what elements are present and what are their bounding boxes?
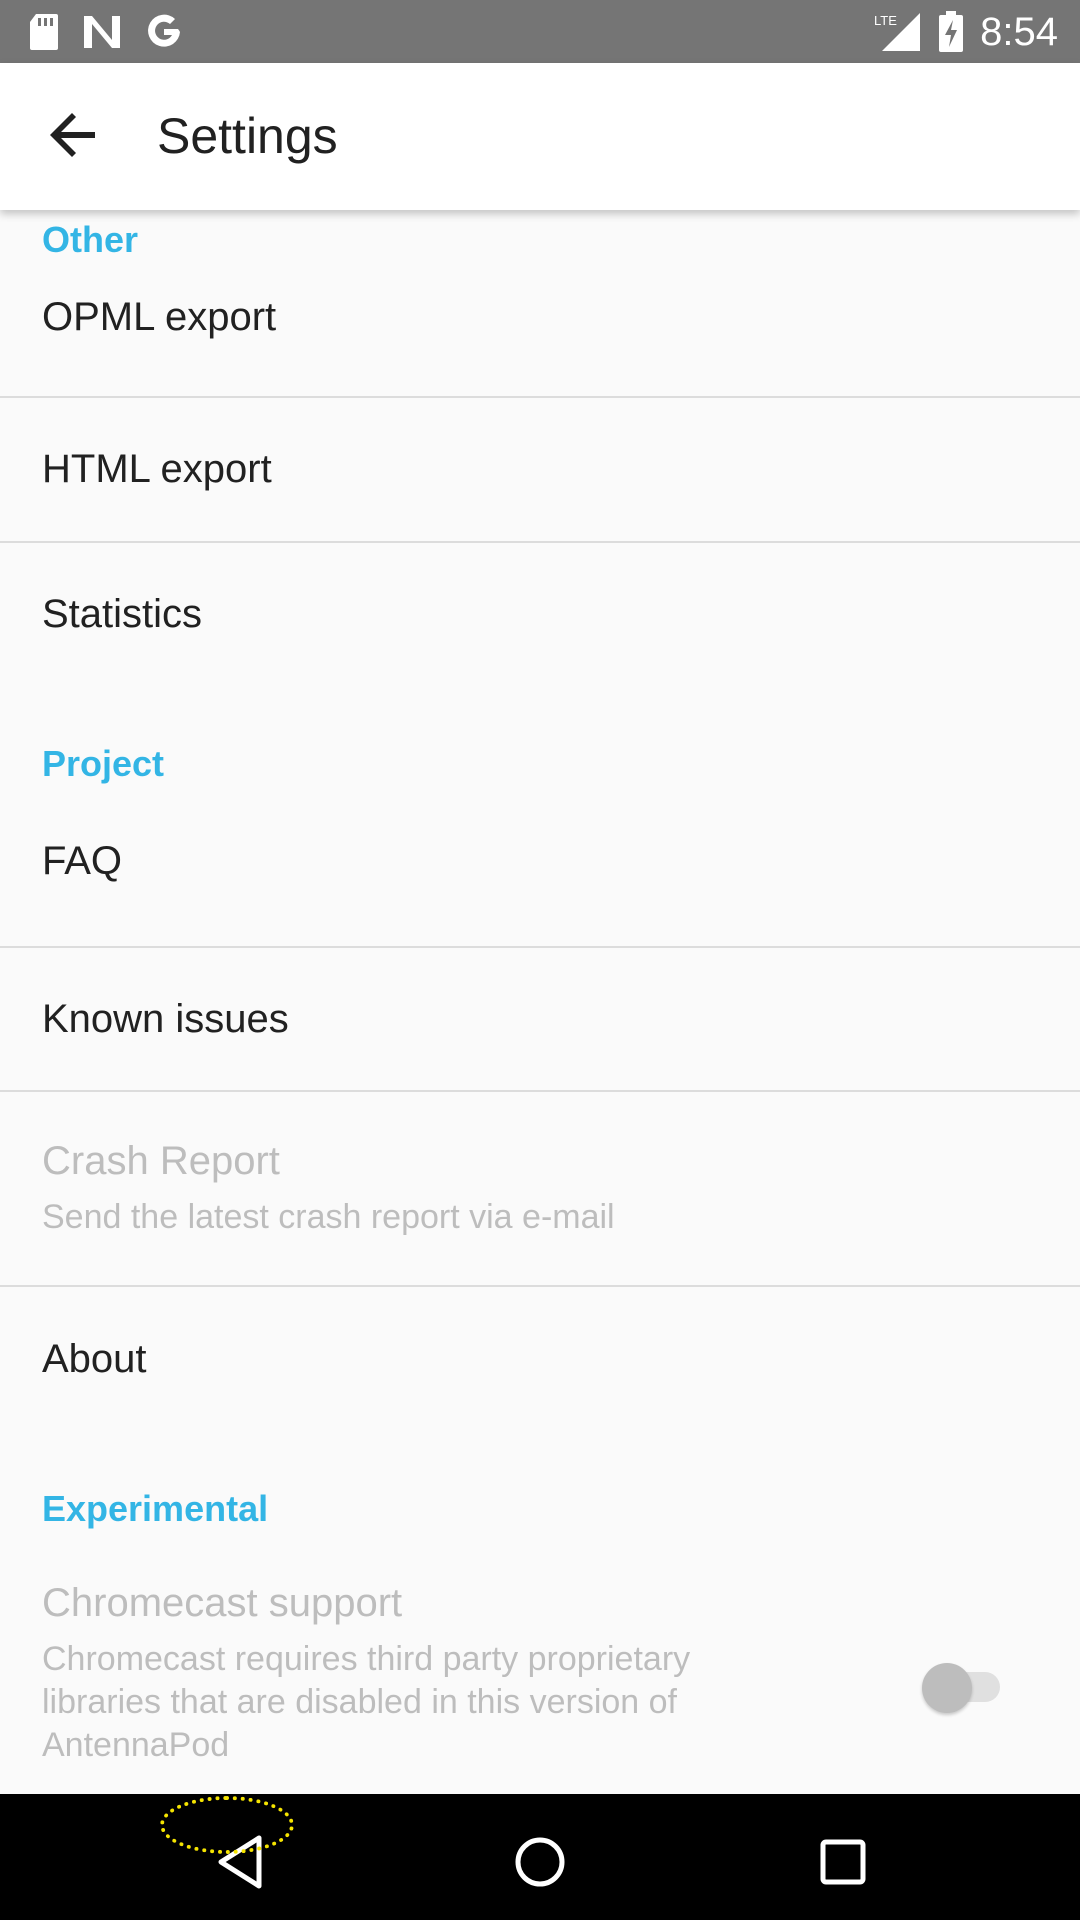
status-bar-left bbox=[28, 10, 184, 54]
page-title: Settings bbox=[157, 108, 338, 164]
known-issues-item[interactable]: Known issues bbox=[0, 948, 1080, 1090]
battery-charging-icon bbox=[938, 11, 964, 53]
about-item[interactable]: About bbox=[0, 1287, 1080, 1431]
settings-list[interactable]: Other OPML export HTML export Statistics… bbox=[0, 210, 1080, 1801]
n-icon bbox=[82, 14, 122, 50]
faq-title: FAQ bbox=[42, 838, 123, 883]
home-circle-icon bbox=[514, 1836, 566, 1893]
section-header-experimental: Experimental bbox=[42, 1488, 269, 1529]
html-export-item[interactable]: HTML export bbox=[0, 398, 1080, 541]
google-icon bbox=[144, 12, 184, 52]
html-export-title: HTML export bbox=[42, 447, 272, 491]
tap-highlight-marker bbox=[160, 1796, 294, 1854]
statistics-title: Statistics bbox=[42, 592, 203, 636]
faq-item[interactable]: FAQ bbox=[0, 826, 1080, 896]
crash-report-summary: Send the latest crash report via e-mail bbox=[42, 1197, 615, 1236]
section-header-other: Other bbox=[42, 219, 139, 260]
statistics-item[interactable]: Statistics bbox=[0, 543, 1080, 686]
chromecast-support-summary: Chromecast requires third party propriet… bbox=[42, 1640, 691, 1764]
chromecast-toggle[interactable] bbox=[922, 1655, 1008, 1713]
chromecast-support-item: Chromecast support Chromecast requires t… bbox=[0, 1571, 1080, 1801]
svg-text:LTE: LTE bbox=[874, 13, 897, 28]
nav-home-button[interactable] bbox=[490, 1814, 590, 1914]
opml-export-title: OPML export bbox=[42, 294, 277, 339]
nav-recents-button[interactable] bbox=[793, 1814, 893, 1914]
crash-report-item: Crash Report Send the latest crash repor… bbox=[0, 1092, 1080, 1285]
opml-export-item[interactable]: OPML export bbox=[0, 270, 1080, 364]
toggle-thumb bbox=[922, 1663, 972, 1713]
navigate-up-button[interactable] bbox=[36, 99, 112, 175]
arrow-back-icon bbox=[49, 112, 99, 162]
chromecast-support-title: Chromecast support bbox=[42, 1581, 403, 1625]
status-bar: LTE 8:54 bbox=[0, 0, 1080, 63]
section-header-project: Project bbox=[42, 743, 165, 784]
toolbar: Settings bbox=[0, 63, 1080, 210]
sd-card-icon bbox=[28, 12, 60, 52]
status-time: 8:54 bbox=[980, 9, 1058, 54]
crash-report-title: Crash Report bbox=[42, 1138, 280, 1183]
recents-square-icon bbox=[820, 1839, 866, 1890]
lte-signal-icon: LTE bbox=[874, 11, 922, 53]
navigation-bar bbox=[0, 1794, 1080, 1920]
status-bar-right: LTE 8:54 bbox=[874, 6, 1058, 58]
known-issues-title: Known issues bbox=[42, 996, 289, 1041]
about-title: About bbox=[42, 1336, 147, 1381]
